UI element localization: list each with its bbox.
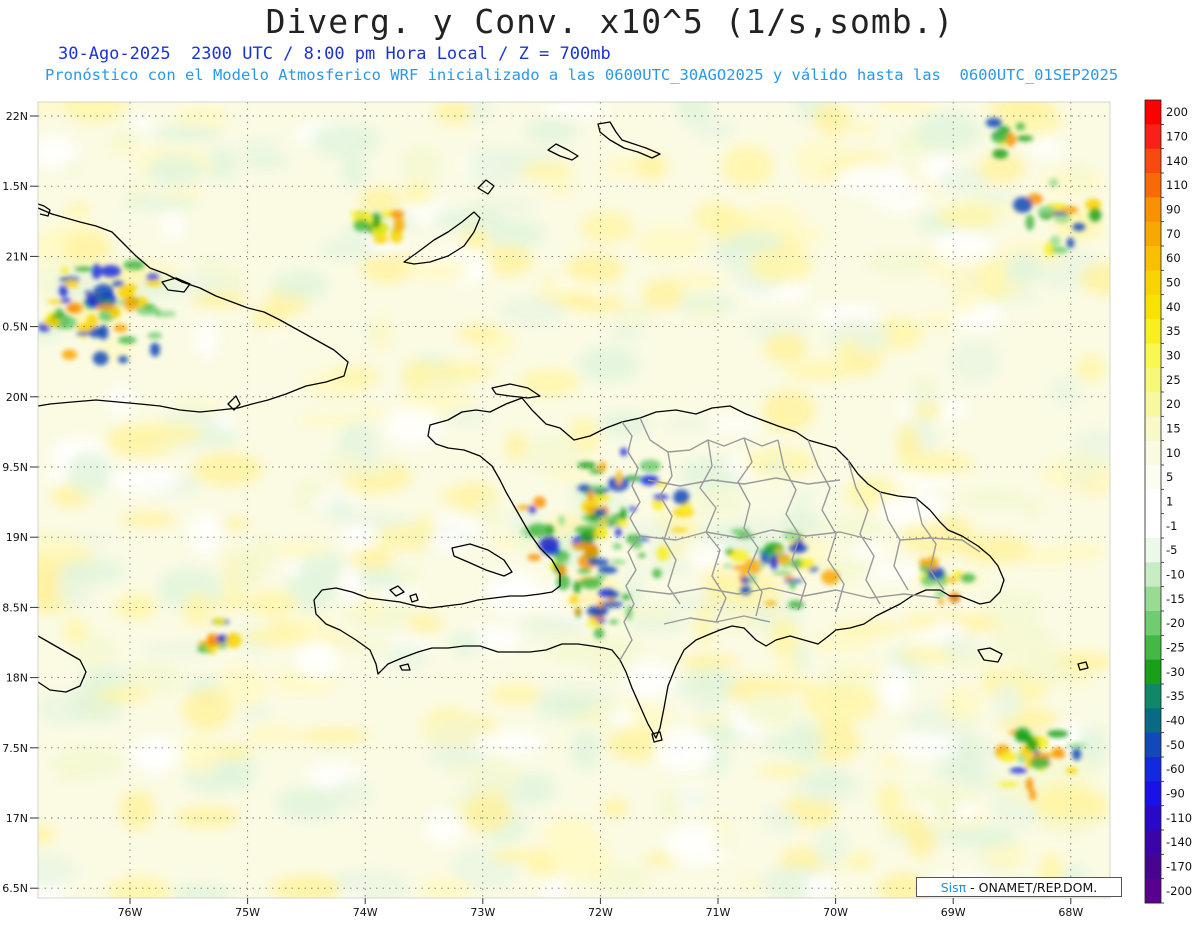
lon-tick-label: 72W [588, 906, 613, 919]
colorbar-swatch [1145, 513, 1161, 539]
lat-tick-label: 6.5N [2, 882, 28, 895]
colorbar-swatch [1145, 635, 1161, 661]
colorbar-label: -60 [1166, 762, 1185, 776]
colorbar-label: -50 [1166, 738, 1185, 752]
colorbar-label: -25 [1166, 641, 1185, 655]
colorbar-swatch [1145, 659, 1161, 685]
colorbar-label: 110 [1166, 178, 1188, 192]
colorbar-swatch [1145, 367, 1161, 393]
colorbar-swatch [1145, 878, 1161, 904]
colorbar-label: -40 [1166, 714, 1185, 728]
colorbar-label: 140 [1166, 154, 1188, 168]
colorbar-swatch [1145, 270, 1161, 296]
colorbar-swatch [1145, 319, 1161, 344]
lat-tick-label: 21N [6, 250, 28, 263]
longitude-ticks: 76W 75W 74W 73W 72W 71W 70W 69W 68W [118, 898, 1083, 919]
colorbar-swatch [1145, 221, 1161, 247]
colorbar-swatch [1145, 392, 1161, 417]
colorbar-swatch [1145, 343, 1161, 369]
lat-tick-label: 0.5N [2, 321, 28, 334]
colorbar-label: -140 [1166, 835, 1192, 849]
colorbar-label: 50 [1166, 276, 1181, 290]
colorbar-swatch [1145, 538, 1161, 563]
lat-tick-label: 18N [6, 672, 28, 685]
colorbar-label: 200 [1166, 105, 1188, 119]
colorbar-swatch [1145, 100, 1161, 125]
colorbar-swatch [1145, 586, 1161, 612]
latitude-ticks: 22N 1.5N 21N 0.5N 20N 9.5N 19N 8.5N 18N 7.5N 17N 6.… [2, 110, 38, 895]
colorbar-swatch [1145, 197, 1161, 223]
colorbar-swatch [1145, 781, 1161, 807]
colorbar-swatch [1145, 805, 1161, 831]
lat-tick-label: 1.5N [2, 180, 28, 193]
colorbar: 200 170 140 110 90 70 60 50 40 35 30 25 20 15 10 5 1 -1 -5… [1144, 99, 1192, 904]
colorbar-swatch [1145, 611, 1161, 636]
colorbar-label: -110 [1166, 811, 1192, 825]
colorbar-label: -170 [1166, 860, 1192, 874]
colorbar-label: 70 [1166, 227, 1181, 241]
colorbar-swatch [1145, 757, 1161, 782]
colorbar-label: -35 [1166, 689, 1185, 703]
colorbar-swatch [1145, 465, 1161, 490]
colorbar-label: -15 [1166, 592, 1185, 606]
lon-tick-label: 69W [941, 906, 966, 919]
lat-tick-label: 17N [6, 812, 28, 825]
colorbar-swatch [1145, 294, 1161, 320]
colorbar-label: 40 [1166, 300, 1181, 314]
colorbar-swatch [1145, 732, 1161, 758]
colorbar-swatch [1145, 124, 1161, 150]
colorbar-label: -90 [1166, 787, 1185, 801]
colorbar-label: 10 [1166, 446, 1181, 460]
colorbar-label: -200 [1166, 884, 1192, 898]
colorbar-label: 20 [1166, 397, 1181, 411]
colorbar-swatch [1145, 708, 1161, 734]
colorbar-label: -20 [1166, 616, 1185, 630]
lat-tick-label: 19N [6, 531, 28, 544]
colorbar-label: 25 [1166, 373, 1181, 387]
credit-text: - ONAMET/REP.DOM. [966, 879, 1098, 895]
valid-time-subtitle: 30-Ago-2025 2300 UTC / 8:00 pm Hora Loca… [58, 44, 611, 64]
colorbar-swatch [1145, 148, 1161, 174]
colorbar-label: -5 [1166, 543, 1177, 557]
colorbar-label: -30 [1166, 665, 1185, 679]
colorbar-label: 15 [1166, 422, 1181, 436]
colorbar-label: 60 [1166, 251, 1181, 265]
colorbar-label: -10 [1166, 568, 1185, 582]
colorbar-label: -1 [1166, 519, 1177, 533]
colorbar-label: 170 [1166, 130, 1188, 144]
colorbar-label: 35 [1166, 324, 1181, 338]
lat-tick-label: 20N [6, 391, 28, 404]
colorbar-swatch [1145, 416, 1161, 442]
colorbar-swatch [1145, 830, 1161, 855]
colorbar-swatch [1145, 684, 1161, 709]
colorbar-swatch [1145, 489, 1161, 515]
lon-tick-label: 73W [470, 906, 495, 919]
lat-tick-label: 7.5N [2, 742, 28, 755]
colorbar-label: 1 [1166, 495, 1173, 509]
colorbar-swatch [1145, 440, 1161, 466]
lat-tick-label: 9.5N [2, 461, 28, 474]
credit-brand: Sisπ [940, 879, 967, 895]
lon-tick-label: 71W [706, 906, 731, 919]
colorbar-label: 30 [1166, 349, 1181, 363]
lon-tick-label: 74W [353, 906, 378, 919]
lon-tick-label: 75W [235, 906, 260, 919]
lon-tick-label: 68W [1058, 906, 1083, 919]
model-run-subtitle: Pronóstico con el Modelo Atmosferico WRF… [45, 66, 1119, 84]
lat-tick-label: 22N [6, 110, 28, 123]
lon-tick-label: 76W [118, 906, 143, 919]
map-title: Diverg. y Conv. x10^5 (1/s,somb.) [265, 2, 955, 41]
colorbar-swatch [1145, 562, 1161, 588]
colorbar-swatch [1145, 173, 1161, 198]
forecast-map: 22N 1.5N 21N 0.5N 20N 9.5N 19N 8.5N 18N 7.5N 17N 6.… [2, 99, 1192, 919]
colorbar-swatch [1145, 246, 1161, 271]
colorbar-swatch [1145, 854, 1161, 880]
colorbar-label: 90 [1166, 203, 1181, 217]
lat-tick-label: 8.5N [2, 601, 28, 614]
colorbar-label: 5 [1166, 470, 1173, 484]
credit-box: Sisπ - ONAMET/REP.DOM. [916, 877, 1122, 897]
lon-tick-label: 70W [823, 906, 848, 919]
